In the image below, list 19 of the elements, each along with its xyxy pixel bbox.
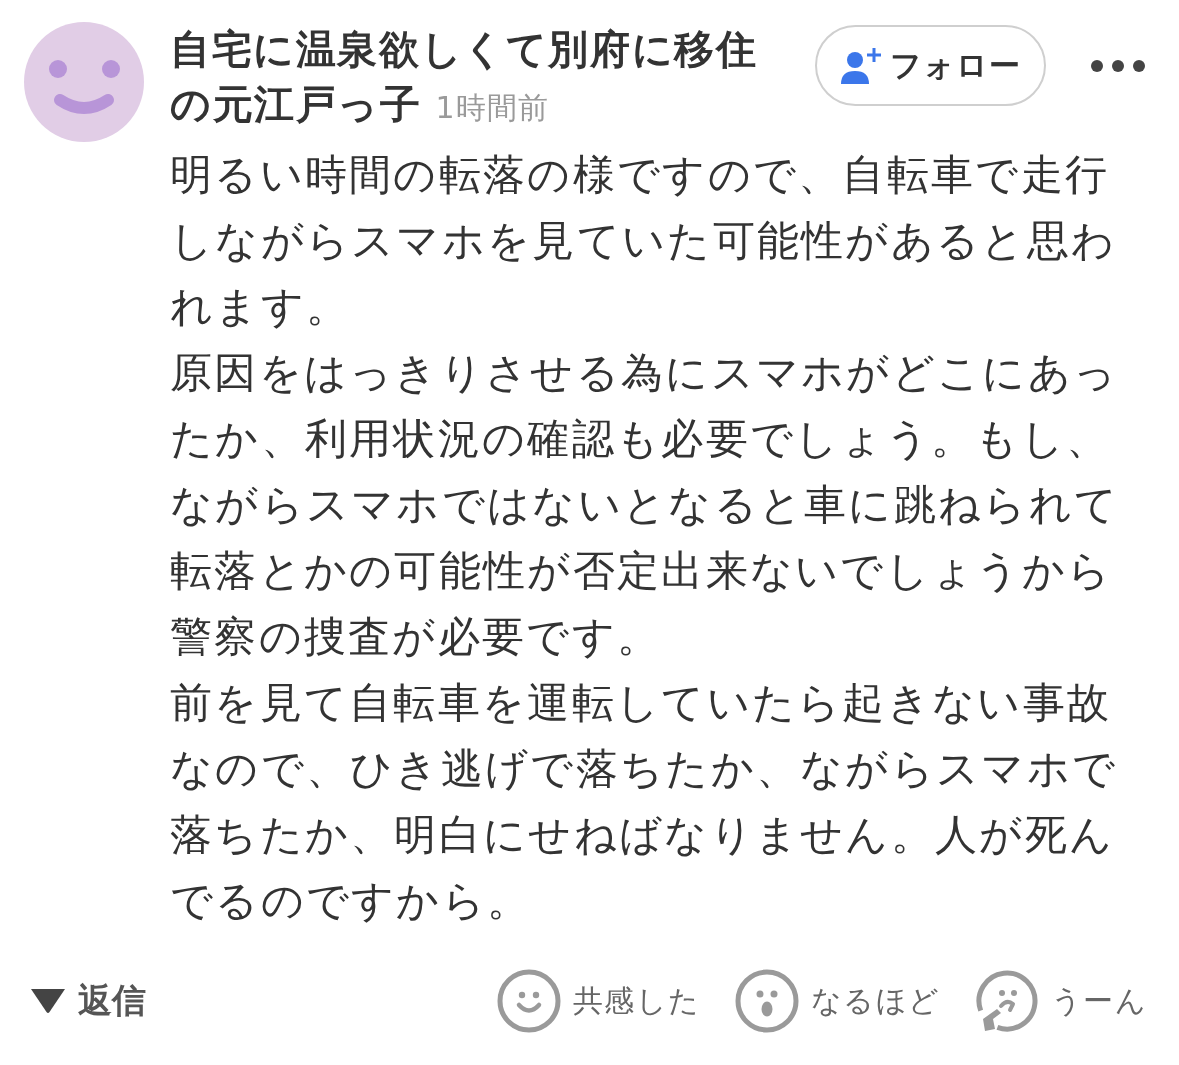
add-user-icon	[840, 46, 882, 85]
reaction-button[interactable]: なるほど	[734, 969, 941, 1033]
surprised-face-icon	[734, 969, 799, 1033]
comment-paragraph: 前を見て自転車を運転していたら起きない事故なので、ひき逃げで落ちたか、ながらスマホで落ちたか、明白にせねばなりません。人が死んでるのですから。	[170, 677, 1119, 927]
caret-icon	[30, 988, 66, 1014]
comment-paragraph: 原因をはっきりさせる為にスマホがどこにあったか、利用状況の確認も必要でしょう。もし、ながらスマホではないとなると車に跳ねられて転落とかの可能性が否定出来ないでしょうから警察の捜査が必要です。	[170, 347, 1121, 663]
user-name: 自宅に温泉欲しくて別府に移住	[170, 25, 758, 74]
comment-paragraph: 明るい時間の転落の様ですので、自転車で走行しながらスマホを見ていた可能性があると思われます。	[170, 149, 1118, 333]
more-button[interactable]	[1090, 58, 1146, 74]
reply-toggle[interactable]: 返信	[30, 978, 146, 1024]
post-time: 1時間前	[435, 89, 549, 127]
more-icon	[1090, 58, 1146, 74]
reaction-button[interactable]: 共感した	[496, 969, 701, 1033]
user-name: の元江戸っ子	[170, 80, 422, 129]
reaction-button[interactable]: うーん	[974, 969, 1147, 1033]
smiley-avatar-icon	[24, 22, 144, 142]
follow-button[interactable]: フォロー	[815, 25, 1046, 106]
thinking-face-icon	[974, 969, 1039, 1033]
smiley-face-icon	[496, 969, 561, 1033]
